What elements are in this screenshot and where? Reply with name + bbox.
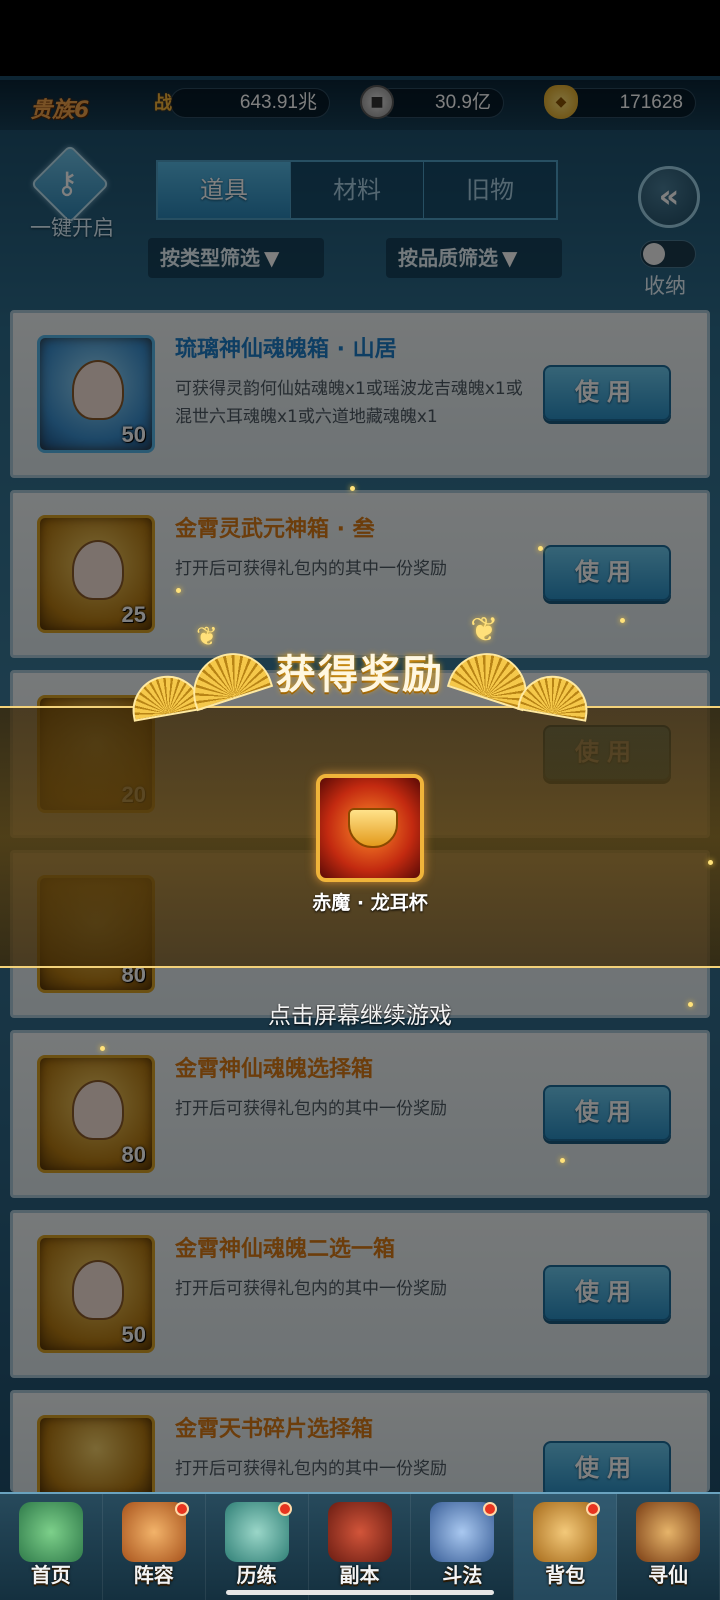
reward-title: 获得奖励 [276, 652, 444, 698]
sparkle [708, 860, 713, 865]
scroll-icon [636, 1502, 701, 1562]
notification-dot [483, 1502, 498, 1516]
butterfly-icon: ❦ [470, 610, 499, 650]
golden-fan-icon [127, 670, 203, 722]
dungeon-gate-icon [327, 1502, 392, 1562]
system-home-indicator[interactable] [226, 1590, 494, 1595]
nav-arena[interactable]: 斗法 [411, 1494, 515, 1600]
bottom-navigation: 首页 阵容 历练 副本 斗法 背包 寻仙 [0, 1492, 720, 1600]
status-bar [0, 0, 720, 76]
nav-dungeon[interactable]: 副本 [309, 1494, 412, 1600]
nav-label: 寻仙 [648, 1563, 689, 1587]
nav-label: 背包 [545, 1563, 586, 1587]
nav-bag[interactable]: 背包 [514, 1494, 618, 1600]
home-icon [18, 1502, 83, 1562]
nav-label: 副本 [339, 1563, 380, 1587]
notification-dot [277, 1502, 292, 1516]
reward-header: ❦ ❦ 获得奖励 [127, 610, 593, 730]
butterfly-icon: ❦ [196, 622, 218, 652]
dragon-ear-cup-icon[interactable] [316, 774, 424, 882]
notification-dot [174, 1502, 189, 1516]
nav-seek-immortal[interactable]: 寻仙 [617, 1494, 720, 1600]
nav-label: 历练 [236, 1563, 277, 1587]
sparkle [350, 486, 355, 491]
sparkle [538, 546, 543, 551]
golden-fan-icon [517, 670, 593, 722]
sparkle [100, 1046, 105, 1051]
cup-shape [348, 808, 398, 848]
nav-home[interactable]: 首页 [0, 1494, 103, 1600]
sparkle [620, 618, 625, 623]
nav-label: 斗法 [442, 1563, 483, 1587]
tap-to-continue-hint: 点击屏幕继续游戏 [268, 1003, 452, 1029]
notification-dot [586, 1502, 601, 1516]
nav-label: 阵容 [133, 1563, 174, 1587]
nav-lineup[interactable]: 阵容 [103, 1494, 206, 1600]
nav-label: 首页 [30, 1563, 71, 1587]
reward-item-name: 赤魔 · 龙耳杯 [312, 892, 428, 914]
nav-training[interactable]: 历练 [206, 1494, 309, 1600]
sparkle [176, 588, 181, 593]
sparkle [560, 1158, 565, 1163]
sparkle [688, 1002, 693, 1007]
